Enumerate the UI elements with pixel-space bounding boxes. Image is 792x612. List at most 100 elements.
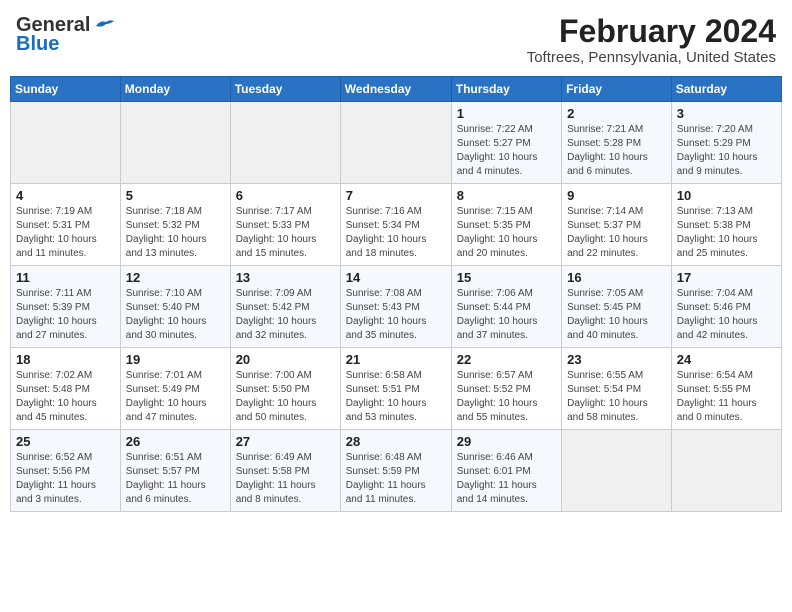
day-info: Sunrise: 6:55 AM Sunset: 5:54 PM Dayligh…	[567, 369, 666, 425]
day-info: Sunrise: 6:49 AM Sunset: 5:58 PM Dayligh…	[236, 451, 335, 507]
day-number: 11	[16, 270, 115, 285]
calendar-cell: 8 Sunrise: 7:15 AM Sunset: 5:35 PM Daylig…	[451, 184, 561, 266]
calendar-cell: 9 Sunrise: 7:14 AM Sunset: 5:37 PM Daylig…	[562, 184, 672, 266]
day-info: Sunrise: 7:15 AM Sunset: 5:35 PM Dayligh…	[457, 205, 556, 261]
day-number: 3	[677, 106, 776, 121]
calendar-cell: 28 Sunrise: 6:48 AM Sunset: 5:59 PM Dayli…	[340, 430, 451, 512]
page-header: General Blue February 2024 Toftrees, Pen…	[10, 10, 782, 70]
calendar-day-header: Thursday	[451, 77, 561, 102]
calendar-cell: 24 Sunrise: 6:54 AM Sunset: 5:55 PM Dayli…	[671, 348, 781, 430]
calendar-cell: 6Sunrise: 7:17 AM Sunset: 5:33 PM Daylig…	[230, 184, 340, 266]
calendar-cell: 18 Sunrise: 7:02 AM Sunset: 5:48 PM Dayli…	[11, 348, 121, 430]
calendar-cell	[671, 430, 781, 512]
day-info: Sunrise: 6:57 AM Sunset: 5:52 PM Dayligh…	[457, 369, 556, 425]
calendar-cell: 4 Sunrise: 7:19 AM Sunset: 5:31 PM Daylig…	[11, 184, 121, 266]
calendar-cell: 5 Sunrise: 7:18 AM Sunset: 5:32 PM Daylig…	[120, 184, 230, 266]
calendar-cell	[340, 102, 451, 184]
calendar-cell: 12 Sunrise: 7:10 AM Sunset: 5:40 PM Dayli…	[120, 266, 230, 348]
day-number: 19	[126, 352, 225, 367]
day-info: Sunrise: 6:52 AM Sunset: 5:56 PM Dayligh…	[16, 451, 115, 507]
calendar-day-header: Sunday	[11, 77, 121, 102]
calendar-week-row: 11 Sunrise: 7:11 AM Sunset: 5:39 PM Dayli…	[11, 266, 782, 348]
day-number: 28	[346, 434, 446, 449]
month-year-title: February 2024	[527, 14, 776, 49]
day-number: 29	[457, 434, 556, 449]
day-info: Sunrise: 7:05 AM Sunset: 5:45 PM Dayligh…	[567, 287, 666, 343]
day-info: Sunrise: 6:51 AM Sunset: 5:57 PM Dayligh…	[126, 451, 225, 507]
day-number: 10	[677, 188, 776, 203]
calendar-cell: 13Sunrise: 7:09 AM Sunset: 5:42 PM Dayli…	[230, 266, 340, 348]
day-number: 17	[677, 270, 776, 285]
day-info: Sunrise: 6:48 AM Sunset: 5:59 PM Dayligh…	[346, 451, 446, 507]
day-number: 26	[126, 434, 225, 449]
calendar-cell: 7 Sunrise: 7:16 AM Sunset: 5:34 PM Daylig…	[340, 184, 451, 266]
day-number: 20	[236, 352, 335, 367]
day-info: Sunrise: 7:16 AM Sunset: 5:34 PM Dayligh…	[346, 205, 446, 261]
day-number: 4	[16, 188, 115, 203]
day-info: Sunrise: 6:54 AM Sunset: 5:55 PM Dayligh…	[677, 369, 776, 425]
calendar-cell: 2 Sunrise: 7:21 AM Sunset: 5:28 PM Daylig…	[562, 102, 672, 184]
calendar-cell	[230, 102, 340, 184]
day-number: 15	[457, 270, 556, 285]
calendar-cell: 3 Sunrise: 7:20 AM Sunset: 5:29 PM Daylig…	[671, 102, 781, 184]
day-number: 1	[457, 106, 556, 121]
day-info: Sunrise: 7:22 AM Sunset: 5:27 PM Dayligh…	[457, 123, 556, 179]
day-number: 6	[236, 188, 335, 203]
day-info: Sunrise: 7:10 AM Sunset: 5:40 PM Dayligh…	[126, 287, 225, 343]
calendar-cell: 14Sunrise: 7:08 AM Sunset: 5:43 PM Dayli…	[340, 266, 451, 348]
day-number: 18	[16, 352, 115, 367]
day-info: Sunrise: 7:09 AM Sunset: 5:42 PM Dayligh…	[236, 287, 335, 343]
day-number: 23	[567, 352, 666, 367]
day-info: Sunrise: 7:19 AM Sunset: 5:31 PM Dayligh…	[16, 205, 115, 261]
calendar-week-row: 4 Sunrise: 7:19 AM Sunset: 5:31 PM Daylig…	[11, 184, 782, 266]
location-subtitle: Toftrees, Pennsylvania, United States	[527, 49, 776, 66]
day-number: 5	[126, 188, 225, 203]
day-info: Sunrise: 7:00 AM Sunset: 5:50 PM Dayligh…	[236, 369, 335, 425]
calendar-day-header: Tuesday	[230, 77, 340, 102]
day-info: Sunrise: 7:13 AM Sunset: 5:38 PM Dayligh…	[677, 205, 776, 261]
day-number: 7	[346, 188, 446, 203]
calendar-week-row: 25 Sunrise: 6:52 AM Sunset: 5:56 PM Dayli…	[11, 430, 782, 512]
day-number: 27	[236, 434, 335, 449]
day-info: Sunrise: 7:18 AM Sunset: 5:32 PM Dayligh…	[126, 205, 225, 261]
logo-blue: Blue	[16, 33, 59, 56]
calendar-day-header: Wednesday	[340, 77, 451, 102]
day-number: 12	[126, 270, 225, 285]
calendar-cell: 22 Sunrise: 6:57 AM Sunset: 5:52 PM Dayli…	[451, 348, 561, 430]
calendar-day-header: Monday	[120, 77, 230, 102]
calendar-cell: 29 Sunrise: 6:46 AM Sunset: 6:01 PM Dayli…	[451, 430, 561, 512]
calendar-cell: 15Sunrise: 7:06 AM Sunset: 5:44 PM Dayli…	[451, 266, 561, 348]
calendar-day-header: Saturday	[671, 77, 781, 102]
calendar-cell	[11, 102, 121, 184]
day-number: 25	[16, 434, 115, 449]
title-area: February 2024 Toftrees, Pennsylvania, Un…	[527, 14, 776, 66]
calendar-cell: 23 Sunrise: 6:55 AM Sunset: 5:54 PM Dayli…	[562, 348, 672, 430]
day-number: 21	[346, 352, 446, 367]
calendar-cell: 26 Sunrise: 6:51 AM Sunset: 5:57 PM Dayli…	[120, 430, 230, 512]
day-info: Sunrise: 7:01 AM Sunset: 5:49 PM Dayligh…	[126, 369, 225, 425]
day-info: Sunrise: 6:58 AM Sunset: 5:51 PM Dayligh…	[346, 369, 446, 425]
day-number: 8	[457, 188, 556, 203]
day-info: Sunrise: 6:46 AM Sunset: 6:01 PM Dayligh…	[457, 451, 556, 507]
day-info: Sunrise: 7:02 AM Sunset: 5:48 PM Dayligh…	[16, 369, 115, 425]
calendar-week-row: 18 Sunrise: 7:02 AM Sunset: 5:48 PM Dayli…	[11, 348, 782, 430]
calendar-cell: 16 Sunrise: 7:05 AM Sunset: 5:45 PM Dayli…	[562, 266, 672, 348]
day-info: Sunrise: 7:20 AM Sunset: 5:29 PM Dayligh…	[677, 123, 776, 179]
calendar-cell: 25 Sunrise: 6:52 AM Sunset: 5:56 PM Dayli…	[11, 430, 121, 512]
calendar-cell: 10 Sunrise: 7:13 AM Sunset: 5:38 PM Dayli…	[671, 184, 781, 266]
day-number: 24	[677, 352, 776, 367]
calendar-cell: 20 Sunrise: 7:00 AM Sunset: 5:50 PM Dayli…	[230, 348, 340, 430]
logo: General Blue	[16, 14, 114, 56]
calendar-cell: 19 Sunrise: 7:01 AM Sunset: 5:49 PM Dayli…	[120, 348, 230, 430]
day-info: Sunrise: 7:11 AM Sunset: 5:39 PM Dayligh…	[16, 287, 115, 343]
day-number: 22	[457, 352, 556, 367]
calendar-cell: 21 Sunrise: 6:58 AM Sunset: 5:51 PM Dayli…	[340, 348, 451, 430]
day-number: 9	[567, 188, 666, 203]
calendar-cell	[562, 430, 672, 512]
day-info: Sunrise: 7:14 AM Sunset: 5:37 PM Dayligh…	[567, 205, 666, 261]
day-number: 2	[567, 106, 666, 121]
calendar-cell: 17Sunrise: 7:04 AM Sunset: 5:46 PM Dayli…	[671, 266, 781, 348]
day-info: Sunrise: 7:21 AM Sunset: 5:28 PM Dayligh…	[567, 123, 666, 179]
day-number: 16	[567, 270, 666, 285]
logo-bird-icon	[92, 18, 114, 34]
